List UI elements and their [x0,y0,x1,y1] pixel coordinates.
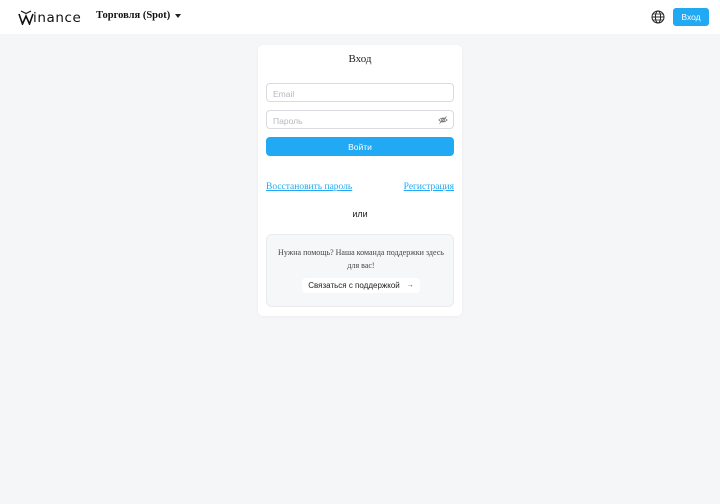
email-field-wrapper [266,83,454,103]
support-box: Нужна помощь? Наша команда поддержки зде… [266,234,454,307]
arrow-right-icon: → [406,282,414,289]
or-divider: или [352,209,368,219]
logo-w-icon [18,10,34,25]
caret-down-icon [175,13,182,18]
logo-text: inance [33,10,82,26]
top-navbar: inance Торговля (Spot) Вход [0,0,720,34]
eye-slash-icon[interactable] [438,115,448,125]
password-field-wrapper [266,110,454,130]
trading-menu-label: Торговля (Spot) [96,10,171,21]
contact-support-label: Связаться с поддержкой [308,281,400,290]
login-title: Вход [348,53,372,65]
login-card: Вход Войти Восстановить пароль Регистрац… [258,45,462,316]
register-link[interactable]: Регистрация [404,182,454,192]
login-submit-button[interactable]: Войти [266,137,454,156]
password-input[interactable] [267,112,453,130]
contact-support-button[interactable]: Связаться с поддержкой → [302,278,420,293]
logo[interactable]: inance [18,9,81,25]
email-input[interactable] [267,85,453,103]
trading-menu[interactable]: Торговля (Spot) [96,10,182,21]
forgot-password-link[interactable]: Восстановить пароль [266,182,352,192]
header-login-button[interactable]: Вход [673,8,709,26]
support-text: Нужна помощь? Наша команда поддержки зде… [278,248,444,270]
globe-icon[interactable] [651,10,665,24]
